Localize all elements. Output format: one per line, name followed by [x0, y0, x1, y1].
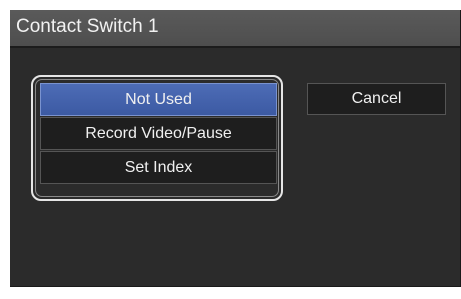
option-not-used[interactable]: Not Used [40, 83, 277, 116]
dialog-titlebar: Contact Switch 1 [10, 10, 460, 48]
contact-switch-dialog: Contact Switch 1 Not Used Record Video/P… [10, 10, 461, 287]
dialog-title: Contact Switch 1 [16, 16, 159, 37]
cancel-button[interactable]: Cancel [307, 83, 446, 115]
option-set-index[interactable]: Set Index [40, 151, 277, 184]
option-record-video-pause[interactable]: Record Video/Pause [40, 117, 277, 150]
option-list: Not Used Record Video/Pause Set Index [31, 75, 283, 201]
